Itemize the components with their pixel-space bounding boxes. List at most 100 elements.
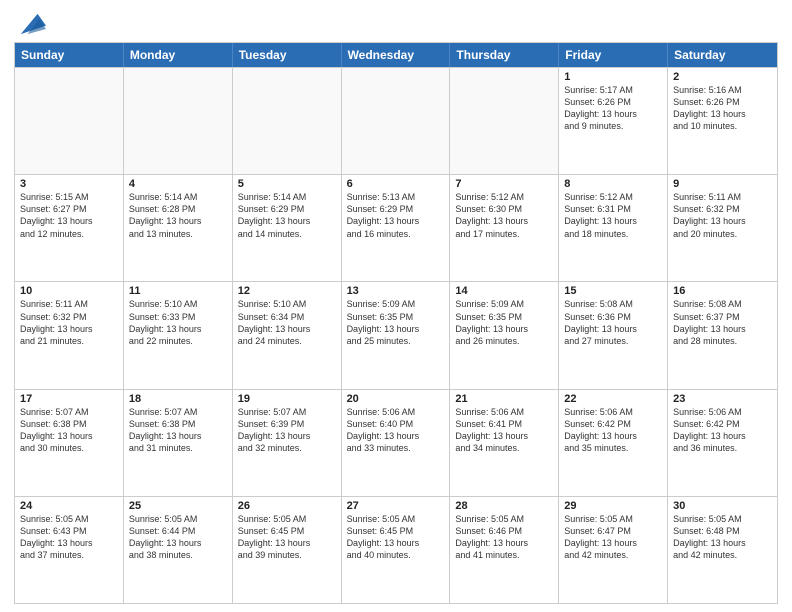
day-number: 27 bbox=[347, 500, 445, 512]
calendar-cell: 22Sunrise: 5:06 AM Sunset: 6:42 PM Dayli… bbox=[559, 390, 668, 496]
day-number: 5 bbox=[238, 178, 336, 190]
day-info: Sunrise: 5:14 AM Sunset: 6:28 PM Dayligh… bbox=[129, 191, 227, 240]
calendar-cell: 1Sunrise: 5:17 AM Sunset: 6:26 PM Daylig… bbox=[559, 68, 668, 174]
header bbox=[14, 10, 778, 38]
day-info: Sunrise: 5:05 AM Sunset: 6:48 PM Dayligh… bbox=[673, 513, 772, 562]
calendar-cell bbox=[450, 68, 559, 174]
calendar-header-cell: Thursday bbox=[450, 43, 559, 67]
calendar-cell: 13Sunrise: 5:09 AM Sunset: 6:35 PM Dayli… bbox=[342, 282, 451, 388]
calendar-cell bbox=[342, 68, 451, 174]
day-number: 18 bbox=[129, 393, 227, 405]
calendar-cell: 7Sunrise: 5:12 AM Sunset: 6:30 PM Daylig… bbox=[450, 175, 559, 281]
day-number: 3 bbox=[20, 178, 118, 190]
calendar-row: 17 Sunrise: 5:07 AM Sunset: 6:38 PM Dayli… bbox=[15, 389, 777, 496]
calendar-cell: 2Sunrise: 5:16 AM Sunset: 6:26 PM Daylig… bbox=[668, 68, 777, 174]
calendar-cell: 21Sunrise: 5:06 AM Sunset: 6:41 PM Dayli… bbox=[450, 390, 559, 496]
day-number: 4 bbox=[129, 178, 227, 190]
day-info: Sunrise: 5:16 AM Sunset: 6:26 PM Dayligh… bbox=[673, 84, 772, 133]
calendar-cell: 3Sunrise: 5:15 AM Sunset: 6:27 PM Daylig… bbox=[15, 175, 124, 281]
day-number: 20 bbox=[347, 393, 445, 405]
day-number: 21 bbox=[455, 393, 553, 405]
calendar-cell: 12Sunrise: 5:10 AM Sunset: 6:34 PM Dayli… bbox=[233, 282, 342, 388]
day-info: Sunrise: 5:05 AM Sunset: 6:43 PM Dayligh… bbox=[20, 513, 118, 562]
calendar-row: 3Sunrise: 5:15 AM Sunset: 6:27 PM Daylig… bbox=[15, 174, 777, 281]
day-number: 26 bbox=[238, 500, 336, 512]
calendar-body: 1Sunrise: 5:17 AM Sunset: 6:26 PM Daylig… bbox=[15, 67, 777, 603]
day-number: 28 bbox=[455, 500, 553, 512]
day-info: Sunrise: 5:07 AM Sunset: 6:38 PM Dayligh… bbox=[129, 406, 227, 455]
day-info: Sunrise: 5:10 AM Sunset: 6:34 PM Dayligh… bbox=[238, 298, 336, 347]
day-number: 15 bbox=[564, 285, 662, 297]
day-info: Sunrise: 5:07 AM Sunset: 6:39 PM Dayligh… bbox=[238, 406, 336, 455]
day-info: Sunrise: 5:05 AM Sunset: 6:47 PM Dayligh… bbox=[564, 513, 662, 562]
day-info: Sunrise: 5:06 AM Sunset: 6:41 PM Dayligh… bbox=[455, 406, 553, 455]
day-info: Sunrise: 5:08 AM Sunset: 6:37 PM Dayligh… bbox=[673, 298, 772, 347]
logo-icon bbox=[14, 10, 46, 38]
day-info: Sunrise: 5:09 AM Sunset: 6:35 PM Dayligh… bbox=[347, 298, 445, 347]
calendar-cell: 5Sunrise: 5:14 AM Sunset: 6:29 PM Daylig… bbox=[233, 175, 342, 281]
day-info: Sunrise: 5:05 AM Sunset: 6:45 PM Dayligh… bbox=[238, 513, 336, 562]
calendar-cell bbox=[233, 68, 342, 174]
calendar-cell: 17Sunrise: 5:07 AM Sunset: 6:38 PM Dayli… bbox=[15, 390, 124, 496]
day-number: 19 bbox=[238, 393, 336, 405]
calendar-cell: 20Sunrise: 5:06 AM Sunset: 6:40 PM Dayli… bbox=[342, 390, 451, 496]
calendar-header-cell: Tuesday bbox=[233, 43, 342, 67]
calendar-cell: 28Sunrise: 5:05 AM Sunset: 6:46 PM Dayli… bbox=[450, 497, 559, 603]
calendar: SundayMondayTuesdayWednesdayThursdayFrid… bbox=[14, 42, 778, 604]
calendar-cell: 27Sunrise: 5:05 AM Sunset: 6:45 PM Dayli… bbox=[342, 497, 451, 603]
day-info: Sunrise: 5:11 AM Sunset: 6:32 PM Dayligh… bbox=[673, 191, 772, 240]
day-info: Sunrise: 5:08 AM Sunset: 6:36 PM Dayligh… bbox=[564, 298, 662, 347]
day-number: 22 bbox=[564, 393, 662, 405]
calendar-header-cell: Monday bbox=[124, 43, 233, 67]
day-number: 9 bbox=[673, 178, 772, 190]
day-info: Sunrise: 5:12 AM Sunset: 6:30 PM Dayligh… bbox=[455, 191, 553, 240]
calendar-header-cell: Sunday bbox=[15, 43, 124, 67]
day-info: Sunrise: 5:17 AM Sunset: 6:26 PM Dayligh… bbox=[564, 84, 662, 133]
day-number: 16 bbox=[673, 285, 772, 297]
day-number: 13 bbox=[347, 285, 445, 297]
day-info: Sunrise: 5:05 AM Sunset: 6:44 PM Dayligh… bbox=[129, 513, 227, 562]
day-number: 25 bbox=[129, 500, 227, 512]
calendar-cell: 16Sunrise: 5:08 AM Sunset: 6:37 PM Dayli… bbox=[668, 282, 777, 388]
day-number: 17 bbox=[20, 393, 118, 405]
calendar-cell: 29Sunrise: 5:05 AM Sunset: 6:47 PM Dayli… bbox=[559, 497, 668, 603]
calendar-cell: 11Sunrise: 5:10 AM Sunset: 6:33 PM Dayli… bbox=[124, 282, 233, 388]
calendar-cell: 10Sunrise: 5:11 AM Sunset: 6:32 PM Dayli… bbox=[15, 282, 124, 388]
calendar-cell: 25Sunrise: 5:05 AM Sunset: 6:44 PM Dayli… bbox=[124, 497, 233, 603]
calendar-cell: 4Sunrise: 5:14 AM Sunset: 6:28 PM Daylig… bbox=[124, 175, 233, 281]
calendar-cell: 23Sunrise: 5:06 AM Sunset: 6:42 PM Dayli… bbox=[668, 390, 777, 496]
calendar-cell bbox=[15, 68, 124, 174]
day-info: Sunrise: 5:13 AM Sunset: 6:29 PM Dayligh… bbox=[347, 191, 445, 240]
day-number: 10 bbox=[20, 285, 118, 297]
calendar-row: 1Sunrise: 5:17 AM Sunset: 6:26 PM Daylig… bbox=[15, 67, 777, 174]
calendar-header: SundayMondayTuesdayWednesdayThursdayFrid… bbox=[15, 43, 777, 67]
day-info: Sunrise: 5:11 AM Sunset: 6:32 PM Dayligh… bbox=[20, 298, 118, 347]
day-number: 24 bbox=[20, 500, 118, 512]
calendar-cell: 14Sunrise: 5:09 AM Sunset: 6:35 PM Dayli… bbox=[450, 282, 559, 388]
calendar-header-cell: Saturday bbox=[668, 43, 777, 67]
day-number: 6 bbox=[347, 178, 445, 190]
day-number: 8 bbox=[564, 178, 662, 190]
day-info: Sunrise: 5:06 AM Sunset: 6:42 PM Dayligh… bbox=[564, 406, 662, 455]
day-info: Sunrise: 5:06 AM Sunset: 6:42 PM Dayligh… bbox=[673, 406, 772, 455]
calendar-header-cell: Friday bbox=[559, 43, 668, 67]
day-info: Sunrise: 5:09 AM Sunset: 6:35 PM Dayligh… bbox=[455, 298, 553, 347]
logo bbox=[14, 10, 50, 38]
calendar-row: 24Sunrise: 5:05 AM Sunset: 6:43 PM Dayli… bbox=[15, 496, 777, 603]
day-info: Sunrise: 5:15 AM Sunset: 6:27 PM Dayligh… bbox=[20, 191, 118, 240]
calendar-cell: 9Sunrise: 5:11 AM Sunset: 6:32 PM Daylig… bbox=[668, 175, 777, 281]
calendar-row: 10Sunrise: 5:11 AM Sunset: 6:32 PM Dayli… bbox=[15, 281, 777, 388]
calendar-cell: 18Sunrise: 5:07 AM Sunset: 6:38 PM Dayli… bbox=[124, 390, 233, 496]
day-number: 23 bbox=[673, 393, 772, 405]
day-number: 1 bbox=[564, 71, 662, 83]
calendar-header-cell: Wednesday bbox=[342, 43, 451, 67]
day-number: 30 bbox=[673, 500, 772, 512]
day-number: 12 bbox=[238, 285, 336, 297]
day-info: Sunrise: 5:05 AM Sunset: 6:46 PM Dayligh… bbox=[455, 513, 553, 562]
day-info: Sunrise: 5:05 AM Sunset: 6:45 PM Dayligh… bbox=[347, 513, 445, 562]
calendar-cell: 8Sunrise: 5:12 AM Sunset: 6:31 PM Daylig… bbox=[559, 175, 668, 281]
calendar-cell: 24Sunrise: 5:05 AM Sunset: 6:43 PM Dayli… bbox=[15, 497, 124, 603]
calendar-cell: 6Sunrise: 5:13 AM Sunset: 6:29 PM Daylig… bbox=[342, 175, 451, 281]
calendar-cell: 30Sunrise: 5:05 AM Sunset: 6:48 PM Dayli… bbox=[668, 497, 777, 603]
page: SundayMondayTuesdayWednesdayThursdayFrid… bbox=[0, 0, 792, 612]
